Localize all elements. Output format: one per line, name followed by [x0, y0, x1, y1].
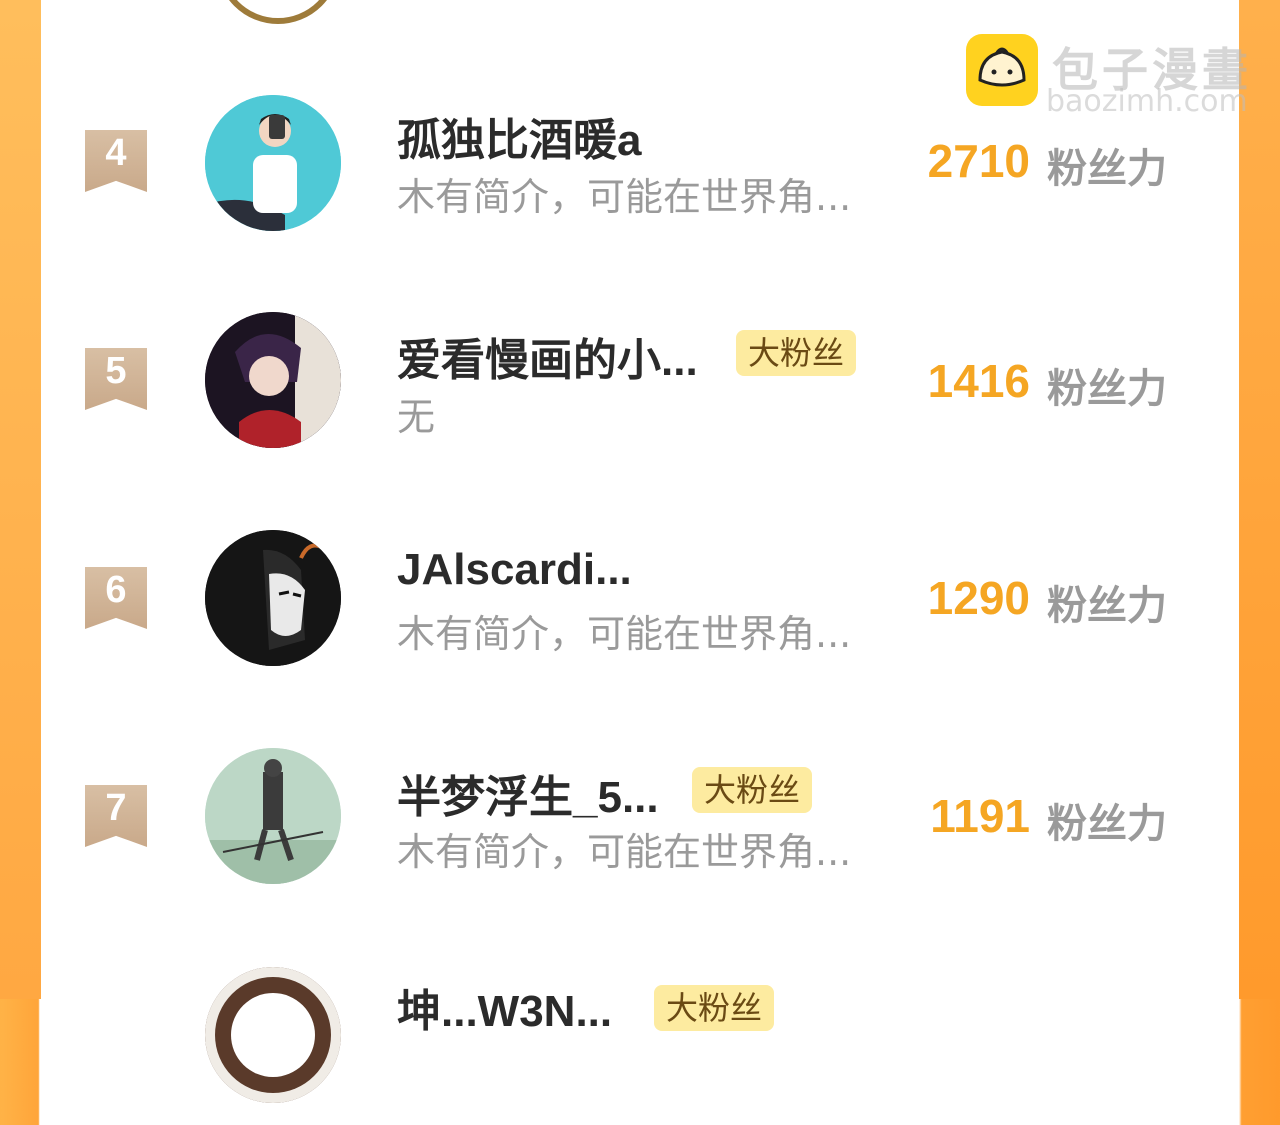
- rank-flag-icon: 4: [85, 130, 147, 192]
- user-bio: 木有简介，可能在世界角...: [397, 612, 852, 656]
- avatar[interactable]: [205, 748, 341, 884]
- avatar[interactable]: [205, 95, 341, 231]
- rank-flag-icon: 7: [85, 785, 147, 847]
- user-bio: 木有简介，可能在世界角...: [397, 830, 852, 874]
- list-item[interactable]: 4 孤独比酒暖a 木有简介，可能在世界角... 2710 粉丝力: [0, 90, 1280, 250]
- big-fan-badge: 大粉丝: [692, 767, 813, 813]
- list-item[interactable]: 5 爱看慢画的小... 大粉丝 无 1416 粉丝力: [0, 308, 1280, 468]
- user-bio: 无: [397, 395, 436, 439]
- rank-flag-icon: 6: [85, 567, 147, 629]
- big-fan-badge: 大粉丝: [736, 330, 857, 376]
- list-item[interactable]: 7 半梦浮生_5... 大粉丝 木有简介，可能在世界角... 1191 粉丝力: [0, 745, 1280, 905]
- user-name[interactable]: 爱看慢画的小...: [397, 324, 698, 388]
- rank-number: 5: [105, 350, 127, 392]
- list-item[interactable]: 6 JAlscardi... 木有简介，可能在世界角... 1290 粉丝力: [0, 527, 1280, 687]
- rank-number: 4: [105, 132, 127, 174]
- fan-power-score: 1290: [927, 572, 1030, 624]
- user-bio: 木有简介，可能在世界角...: [397, 175, 852, 219]
- fan-power-score: 1416: [927, 355, 1030, 407]
- fan-power-score: 2710: [927, 135, 1030, 187]
- fan-power-label: 粉丝力: [1047, 366, 1167, 412]
- user-name[interactable]: JAlscardi...: [397, 545, 632, 595]
- fan-power-label: 粉丝力: [1047, 583, 1167, 629]
- rank-number: 7: [105, 787, 127, 829]
- avatar[interactable]: [205, 967, 341, 1103]
- user-name[interactable]: 半梦浮生_5...: [397, 761, 659, 825]
- avatar[interactable]: [205, 312, 341, 448]
- fan-power-label: 粉丝力: [1047, 146, 1167, 192]
- fan-power-label: 粉丝力: [1047, 801, 1167, 847]
- fan-power-score: 1191: [930, 790, 1030, 842]
- big-fan-badge: 大粉丝: [654, 985, 775, 1031]
- list-item[interactable]: 坤...W3N... 大粉丝: [0, 965, 1280, 1125]
- user-name[interactable]: 孤独比酒暖a: [397, 104, 641, 168]
- user-name[interactable]: 坤...W3N...: [397, 975, 612, 1039]
- rank-flag-icon: 5: [85, 348, 147, 410]
- avatar[interactable]: [205, 530, 341, 666]
- rank-number: 6: [105, 569, 127, 611]
